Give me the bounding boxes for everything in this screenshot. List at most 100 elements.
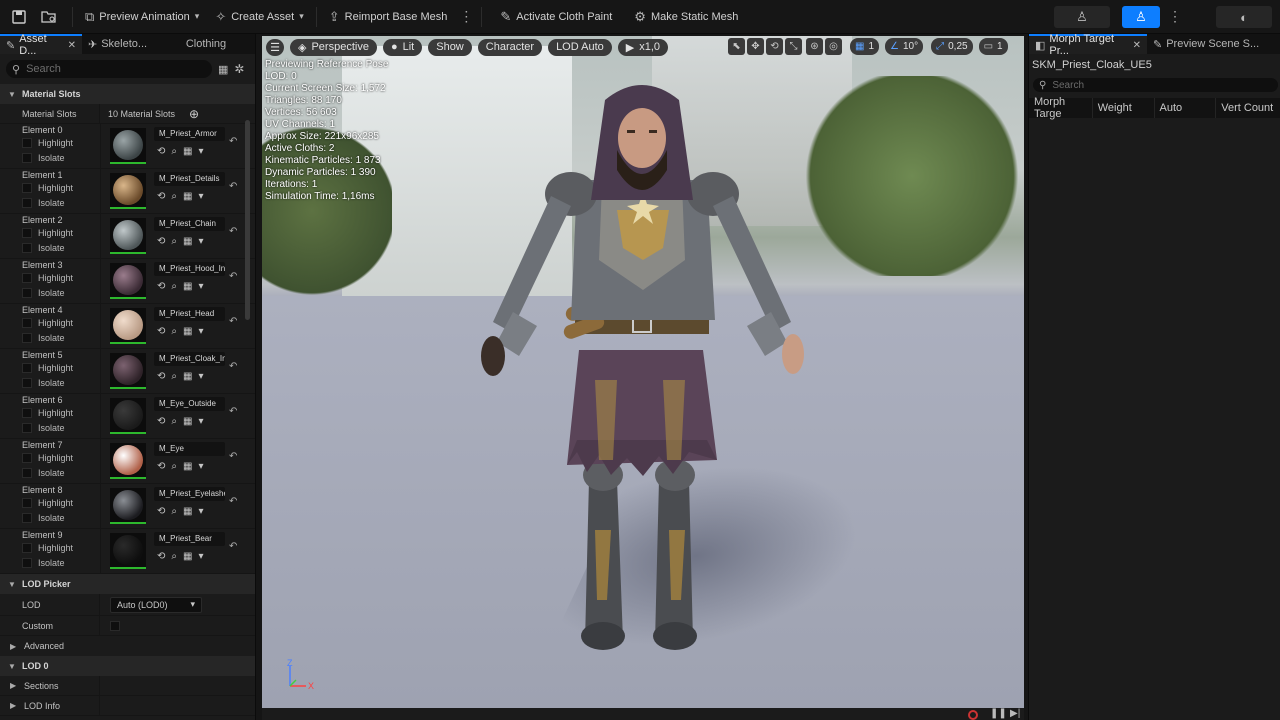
camera-speed-button[interactable]: ▭ 1 (978, 38, 1008, 55)
settings-button[interactable]: ◐ (1216, 6, 1272, 28)
chevron-down-icon[interactable]: ▾ (198, 416, 203, 427)
material-thumbnail[interactable] (110, 488, 146, 524)
browse-asset-icon[interactable] (38, 6, 60, 28)
scale-snap-button[interactable]: ⤢ 0,25 (931, 38, 973, 55)
material-name-field[interactable]: M_Eye (154, 442, 225, 456)
material-options-icon[interactable]: ▦ (183, 236, 192, 247)
isolate-checkbox[interactable] (22, 558, 32, 568)
select-icon[interactable]: ⬉ (728, 38, 745, 55)
advanced-row[interactable]: ▶ Advanced (0, 636, 255, 656)
lod-info-row[interactable]: ▶ LOD Info (0, 696, 255, 716)
material-thumbnail[interactable] (110, 443, 146, 479)
lod-picker-header[interactable]: ▼ LOD Picker (0, 574, 255, 594)
material-thumbnail[interactable] (110, 398, 146, 434)
pause-icon[interactable]: ❚❚ (990, 708, 1007, 719)
chevron-down-icon[interactable]: ▾ (198, 281, 203, 292)
world-local-icon[interactable]: ⊛ (806, 38, 823, 55)
column-header[interactable]: Weight (1093, 98, 1155, 118)
browse-icon[interactable]: ⌕ (171, 146, 177, 157)
translate-icon[interactable]: ✥ (747, 38, 764, 55)
reset-to-default-icon[interactable]: ↶ (229, 226, 237, 237)
preview-animation-button[interactable]: ⧉ Preview Animation ▾ (77, 4, 207, 30)
browse-icon[interactable]: ⌕ (171, 551, 177, 562)
highlight-checkbox[interactable] (22, 138, 32, 148)
scale-icon[interactable]: ⤡ (785, 38, 802, 55)
browse-icon[interactable]: ⌕ (171, 461, 177, 472)
more-options-icon[interactable]: ⋮ (455, 8, 477, 25)
material-name-field[interactable]: M_Eye_Outside (154, 397, 225, 411)
skeletal-mesh-mode-button[interactable]: ♙ (1122, 6, 1160, 28)
material-thumbnail[interactable] (110, 173, 146, 209)
use-selected-icon[interactable]: ⟲ (157, 146, 165, 157)
material-options-icon[interactable]: ▦ (183, 416, 192, 427)
material-name-field[interactable]: M_Priest_Bear (154, 532, 225, 546)
highlight-checkbox[interactable] (22, 363, 32, 373)
material-name-field[interactable]: M_Priest_Details (154, 172, 225, 186)
highlight-checkbox[interactable] (22, 408, 32, 418)
skeleton-mode-button[interactable]: ♙ (1054, 6, 1110, 28)
show-button[interactable]: Show (428, 38, 472, 56)
perspective-button[interactable]: ◈ Perspective (290, 38, 377, 56)
material-options-icon[interactable]: ▦ (183, 551, 192, 562)
use-selected-icon[interactable]: ⟲ (157, 506, 165, 517)
use-selected-icon[interactable]: ⟲ (157, 236, 165, 247)
column-header[interactable]: Auto (1155, 98, 1217, 118)
material-name-field[interactable]: M_Priest_Head (154, 307, 225, 321)
play-speed-button[interactable]: ▶ x1,0 (617, 38, 669, 56)
highlight-checkbox[interactable] (22, 318, 32, 328)
chevron-down-icon[interactable]: ▾ (198, 146, 203, 157)
material-options-icon[interactable]: ▦ (183, 461, 192, 472)
material-thumbnail[interactable] (110, 533, 146, 569)
column-header[interactable]: Morph Targe (1029, 96, 1093, 120)
material-name-field[interactable]: M_Priest_Armor (154, 127, 225, 141)
material-options-icon[interactable]: ▦ (183, 326, 192, 337)
record-icon[interactable] (968, 710, 978, 720)
surface-snap-icon[interactable]: ◎ (825, 38, 842, 55)
character-button[interactable]: Character (477, 38, 543, 56)
use-selected-icon[interactable]: ⟲ (157, 461, 165, 472)
material-name-field[interactable]: M_Priest_Hood_Ins (154, 262, 225, 276)
priest-character-model[interactable] (467, 80, 827, 650)
material-options-icon[interactable]: ▦ (183, 371, 192, 382)
material-options-icon[interactable]: ▦ (183, 506, 192, 517)
material-slots-header[interactable]: ▼ Material Slots (0, 84, 255, 104)
chevron-down-icon[interactable]: ▾ (198, 191, 203, 202)
browse-icon[interactable]: ⌕ (171, 236, 177, 247)
sections-row[interactable]: ▶ Sections (0, 676, 255, 696)
isolate-checkbox[interactable] (22, 333, 32, 343)
material-thumbnail[interactable] (110, 263, 146, 299)
isolate-checkbox[interactable] (22, 198, 32, 208)
material-thumbnail[interactable] (110, 218, 146, 254)
chevron-down-icon[interactable]: ▾ (198, 551, 203, 562)
use-selected-icon[interactable]: ⟲ (157, 326, 165, 337)
save-icon[interactable] (8, 6, 30, 28)
details-scrollbar[interactable] (245, 120, 250, 320)
highlight-checkbox[interactable] (22, 273, 32, 283)
browse-icon[interactable]: ⌕ (171, 371, 177, 382)
reset-to-default-icon[interactable]: ↶ (229, 316, 237, 327)
table-view-icon[interactable]: ▦ (218, 63, 228, 76)
reset-to-default-icon[interactable]: ↶ (229, 361, 237, 372)
reset-to-default-icon[interactable]: ↶ (229, 451, 237, 462)
highlight-checkbox[interactable] (22, 453, 32, 463)
reset-to-default-icon[interactable]: ↶ (229, 496, 237, 507)
lod0-header[interactable]: ▼ LOD 0 (0, 656, 255, 676)
rotate-icon[interactable]: ⟲ (766, 38, 783, 55)
lit-button[interactable]: ● Lit (382, 38, 423, 56)
isolate-checkbox[interactable] (22, 423, 32, 433)
viewport-menu-button[interactable]: ☰ (266, 38, 284, 56)
material-name-field[interactable]: M_Priest_Chain (154, 217, 225, 231)
use-selected-icon[interactable]: ⟲ (157, 281, 165, 292)
material-thumbnail[interactable] (110, 128, 146, 164)
browse-icon[interactable]: ⌕ (171, 506, 177, 517)
isolate-checkbox[interactable] (22, 468, 32, 478)
tab-asset-details[interactable]: ✎ Asset D... ✕ (0, 34, 82, 57)
isolate-checkbox[interactable] (22, 153, 32, 163)
material-name-field[interactable]: M_Priest_Eyelashe (154, 487, 225, 501)
material-name-field[interactable]: M_Priest_Cloak_In (154, 352, 225, 366)
browse-icon[interactable]: ⌕ (171, 416, 177, 427)
material-options-icon[interactable]: ▦ (183, 191, 192, 202)
reimport-base-mesh-button[interactable]: ⇪ Reimport Base Mesh (321, 4, 456, 30)
chevron-down-icon[interactable]: ▾ (198, 506, 203, 517)
isolate-checkbox[interactable] (22, 513, 32, 523)
